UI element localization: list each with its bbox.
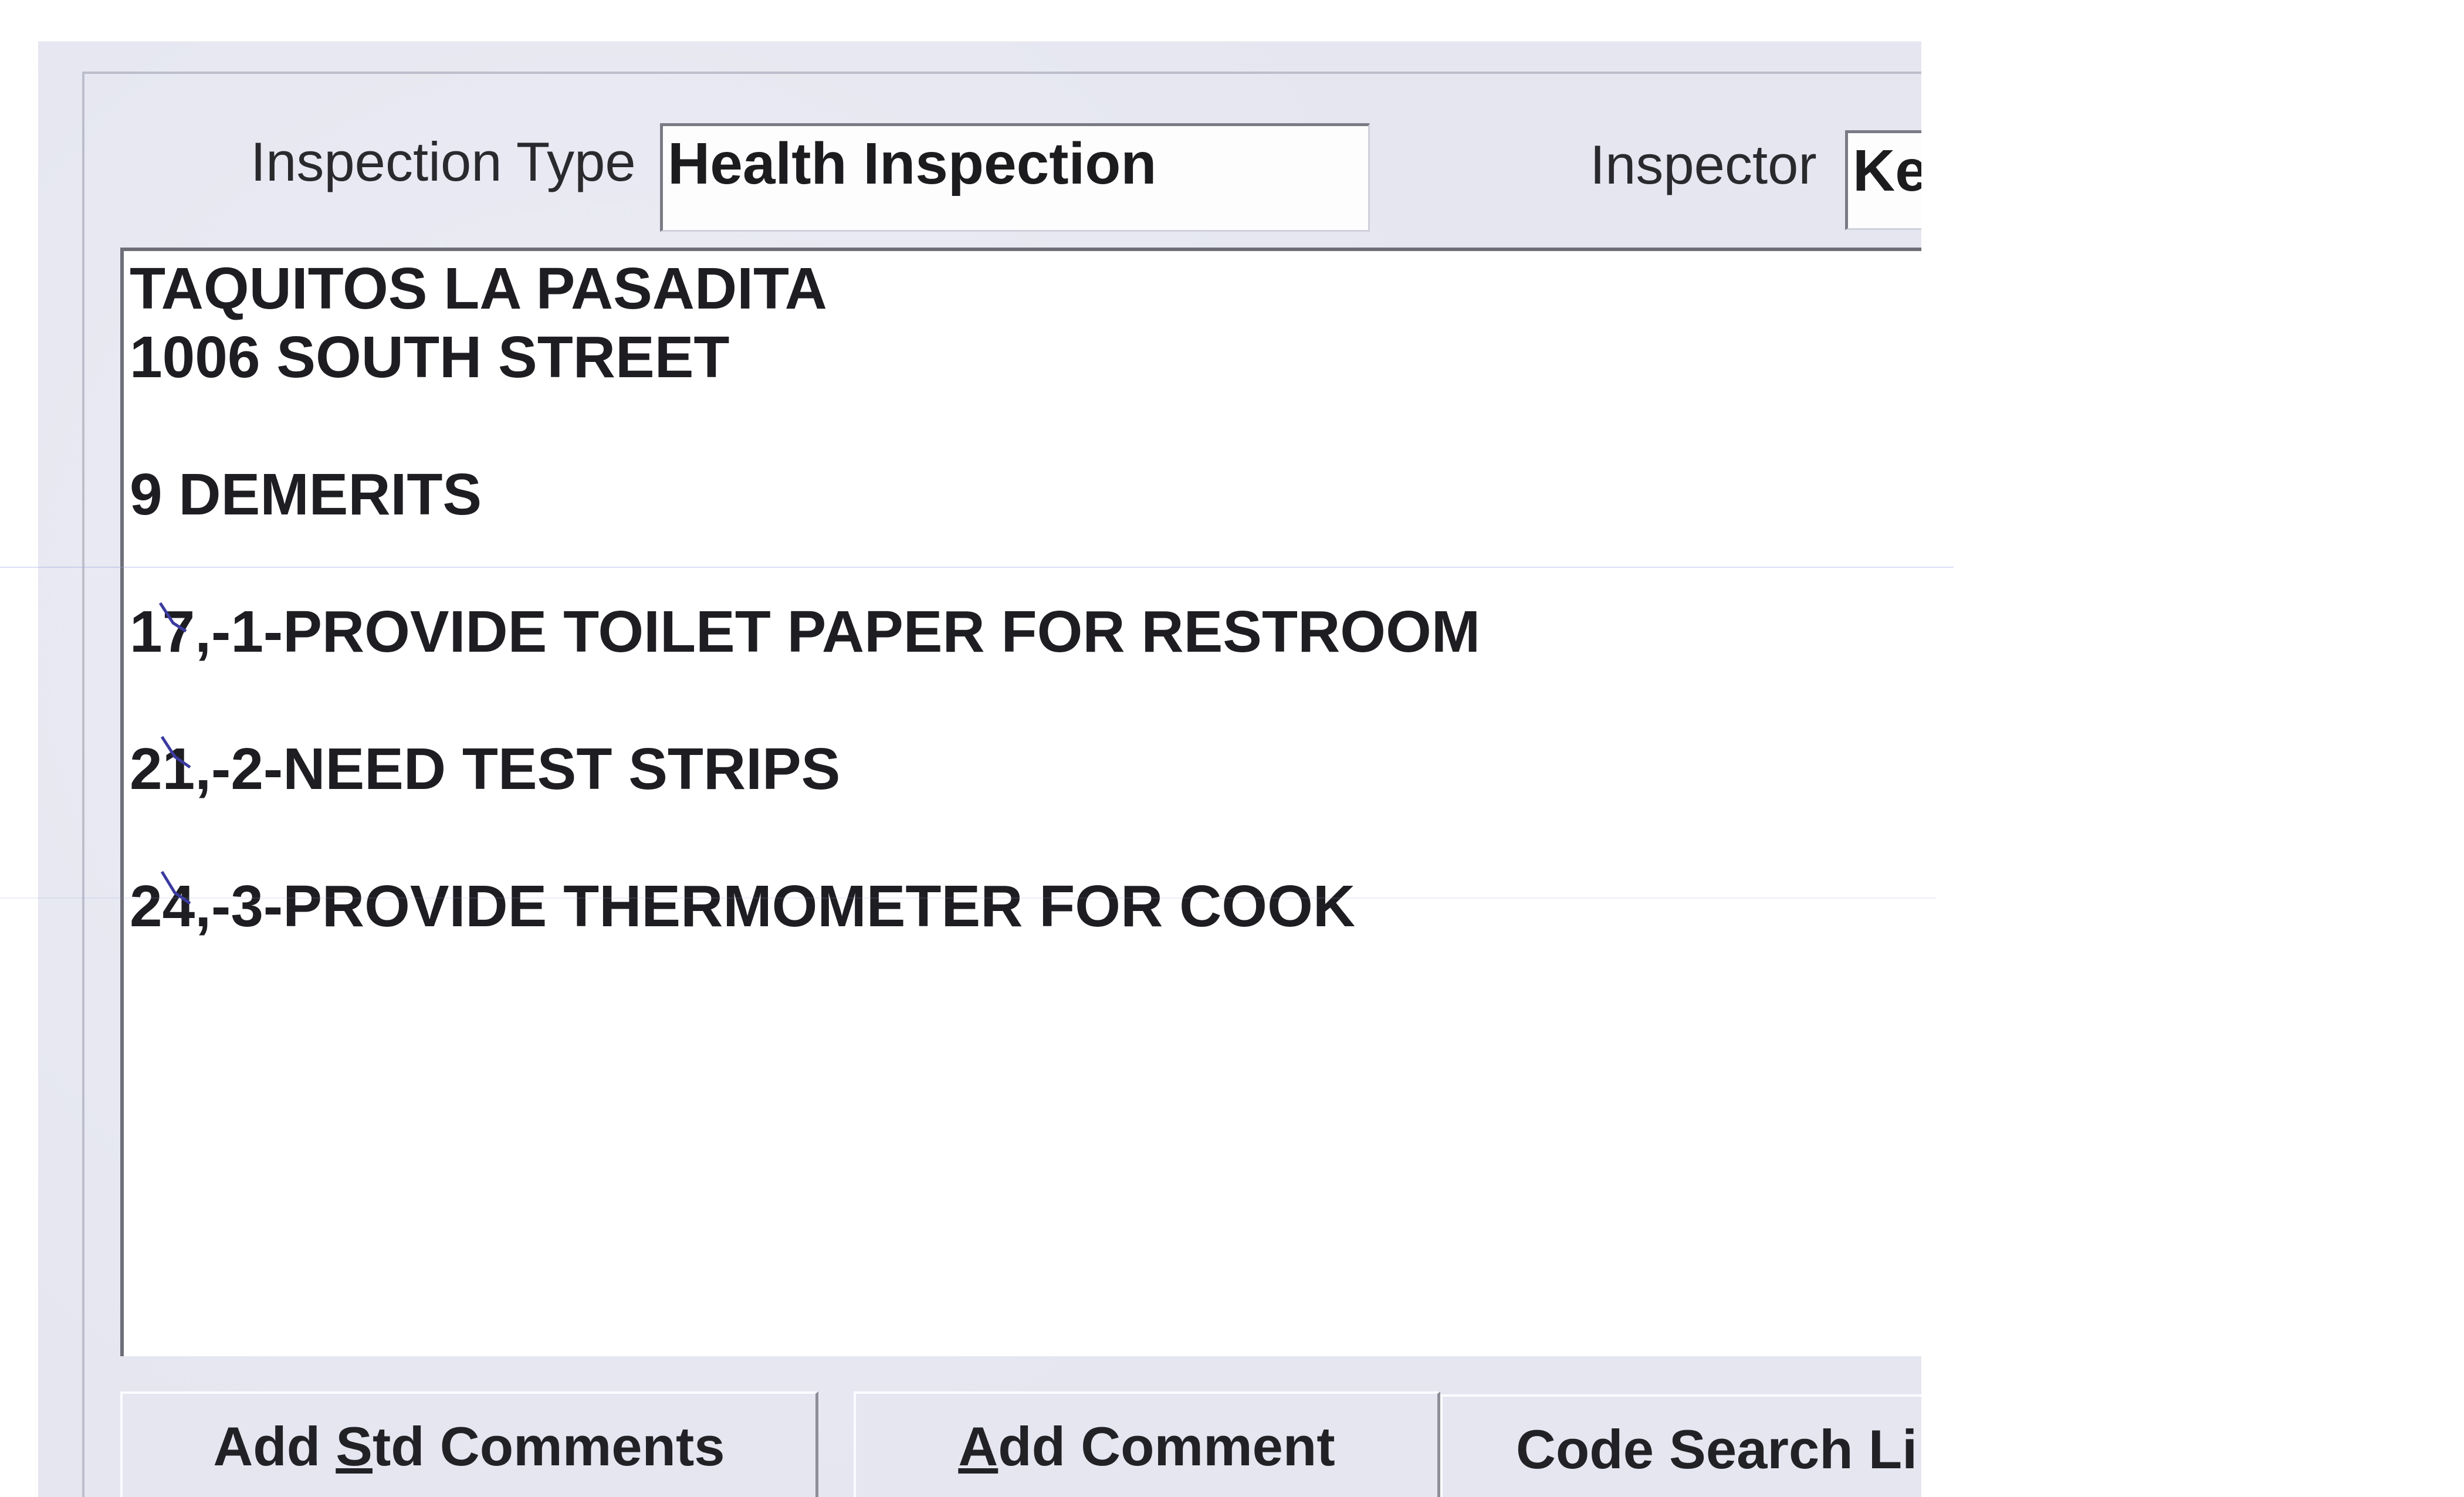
inspection-type-field[interactable]: Health Inspection [660, 123, 1370, 232]
comment-line: 9 DEMERITS [130, 462, 482, 527]
add-std-comments-label-pre: Add [213, 1415, 336, 1477]
scan-artifact-line [0, 567, 1954, 568]
comment-line [130, 804, 1921, 872]
comment-line [130, 529, 1921, 598]
scan-artifact-line [0, 897, 1936, 899]
code-search-button[interactable]: Code Search Li [1440, 1394, 1921, 1497]
add-std-comments-mnemonic: S [336, 1415, 373, 1477]
inspection-window: Inspection Type Health Inspection Inspec… [38, 41, 1921, 1497]
inspector-label: Inspector [1590, 134, 1817, 195]
code-search-label: Code Search Li [1516, 1418, 1918, 1480]
inspection-type-value: Health Inspection [668, 131, 1157, 197]
comment-line: 1006 SOUTH STREET [130, 324, 730, 390]
add-comment-button[interactable]: Add Comment [854, 1391, 1440, 1497]
inspector-field[interactable]: Ke [1845, 130, 1921, 230]
inspection-type-label: Inspection Type [251, 131, 636, 192]
inspector-value: Ke [1853, 138, 1921, 204]
comment-line: 24,-3-PROVIDE THERMOMETER FOR COOK [130, 873, 1356, 939]
add-std-comments-label-post: td Comments [372, 1415, 725, 1477]
comment-line: TAQUITOS LA PASADITA [130, 256, 827, 321]
add-comment-mnemonic: A [958, 1415, 999, 1477]
add-std-comments-button[interactable]: Add Std Comments [120, 1391, 818, 1497]
comment-line: 21,-2-NEED TEST STRIPS [130, 736, 841, 802]
comment-line: 17,-1-PROVIDE TOILET PAPER FOR RESTROOM [130, 599, 1481, 665]
comments-textarea[interactable]: TAQUITOS LA PASADITA 1006 SOUTH STREET 9… [120, 248, 1921, 1356]
comment-line [130, 666, 1921, 735]
comment-line [130, 392, 1921, 460]
add-comment-label-post: dd Comment [998, 1415, 1335, 1477]
